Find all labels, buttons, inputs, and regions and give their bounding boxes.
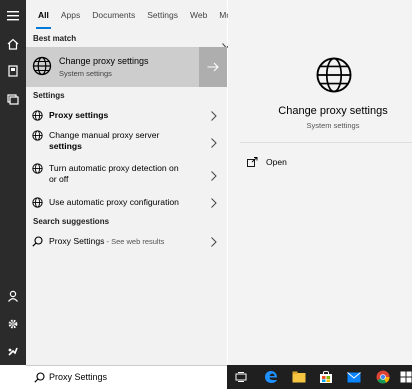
- suggestion-note: - See web results: [104, 237, 165, 246]
- chevron-right-icon: [211, 170, 217, 184]
- settings-item-line2: or off: [49, 174, 69, 184]
- chevron-right-icon: [211, 197, 217, 211]
- photos-icon[interactable]: [0, 86, 26, 112]
- start-rail: [0, 0, 26, 365]
- open-action[interactable]: Open: [247, 157, 287, 167]
- search-box[interactable]: Proxy Settings: [26, 365, 227, 389]
- divider: [240, 142, 412, 143]
- search-input[interactable]: Proxy Settings: [49, 372, 107, 382]
- settings-item-label: Use automatic proxy configuration: [49, 197, 179, 207]
- user-icon[interactable]: [0, 283, 26, 309]
- task-view-icon[interactable]: [233, 369, 249, 385]
- settings-item-change-manual-proxy[interactable]: Change manual proxy server settings: [26, 128, 227, 154]
- globe-icon: [32, 130, 43, 144]
- settings-item-line1: Change manual proxy server: [49, 130, 160, 140]
- best-match-subtitle: System settings: [59, 69, 112, 78]
- search-icon: [32, 236, 43, 250]
- filter-tabs: All Apps Documents Settings Web More: [26, 0, 239, 49]
- settings-item-auto-proxy-detection[interactable]: Turn automatic proxy detection on or off: [26, 161, 227, 187]
- suggestion-text: Proxy Settings: [49, 236, 105, 246]
- taskbar: [227, 365, 412, 389]
- chevron-right-icon: [211, 110, 217, 124]
- best-match-item[interactable]: Change proxy settings System settings: [26, 47, 227, 87]
- windows-icon[interactable]: [398, 369, 412, 385]
- hamburger-menu-icon[interactable]: [0, 3, 26, 29]
- preview-pane: Change proxy settings System settings Op…: [228, 0, 412, 365]
- globe-icon: [32, 110, 43, 124]
- gear-icon[interactable]: [0, 311, 26, 337]
- tab-web[interactable]: Web: [190, 0, 207, 30]
- preview-subtitle: System settings: [306, 121, 360, 130]
- settings-item-label: Turn automatic proxy detection on or off: [49, 163, 199, 185]
- tab-apps[interactable]: Apps: [61, 0, 80, 30]
- suggestion-item[interactable]: Proxy Settings - See web results: [26, 233, 227, 251]
- best-match-title: Change proxy settings: [59, 56, 149, 66]
- chevron-right-icon: [211, 236, 217, 250]
- edge-icon[interactable]: [263, 369, 279, 385]
- tab-settings[interactable]: Settings: [147, 0, 178, 30]
- tab-all[interactable]: All: [36, 0, 51, 30]
- preview-title: Change proxy settings: [278, 105, 388, 117]
- open-icon: [247, 157, 258, 167]
- home-icon[interactable]: [0, 31, 26, 57]
- settings-item-proxy-settings[interactable]: Proxy settings: [26, 105, 227, 125]
- tab-documents[interactable]: Documents: [92, 0, 135, 30]
- open-label: Open: [266, 157, 287, 167]
- store-icon[interactable]: [318, 369, 334, 385]
- globe-icon: [32, 163, 43, 177]
- suggestion-label: Proxy Settings - See web results: [49, 236, 209, 247]
- document-icon[interactable]: [0, 58, 26, 84]
- settings-item-label: Change manual proxy server settings: [49, 130, 199, 152]
- settings-item-label: Proxy settings: [49, 110, 109, 120]
- settings-item-line1: Turn automatic proxy detection on: [49, 163, 179, 173]
- chrome-icon[interactable]: [375, 369, 391, 385]
- search-results-panel: All Apps Documents Settings Web More Bes…: [26, 0, 239, 365]
- section-settings: Settings: [33, 91, 65, 100]
- globe-icon: [32, 197, 43, 211]
- settings-item-line2: settings: [49, 141, 82, 151]
- search-icon: [34, 372, 45, 386]
- settings-item-auto-proxy-config[interactable]: Use automatic proxy configuration: [26, 194, 227, 212]
- open-arrow-button[interactable]: [199, 47, 227, 87]
- arrow-right-icon: [207, 62, 219, 72]
- section-best-match: Best match: [33, 34, 77, 43]
- globe-icon: [315, 56, 353, 97]
- file-explorer-icon[interactable]: [291, 369, 307, 385]
- section-search-suggestions: Search suggestions: [33, 217, 110, 226]
- feedback-icon[interactable]: [0, 338, 26, 364]
- mail-icon[interactable]: [346, 369, 362, 385]
- chevron-right-icon: [211, 137, 217, 151]
- globe-icon: [32, 56, 52, 79]
